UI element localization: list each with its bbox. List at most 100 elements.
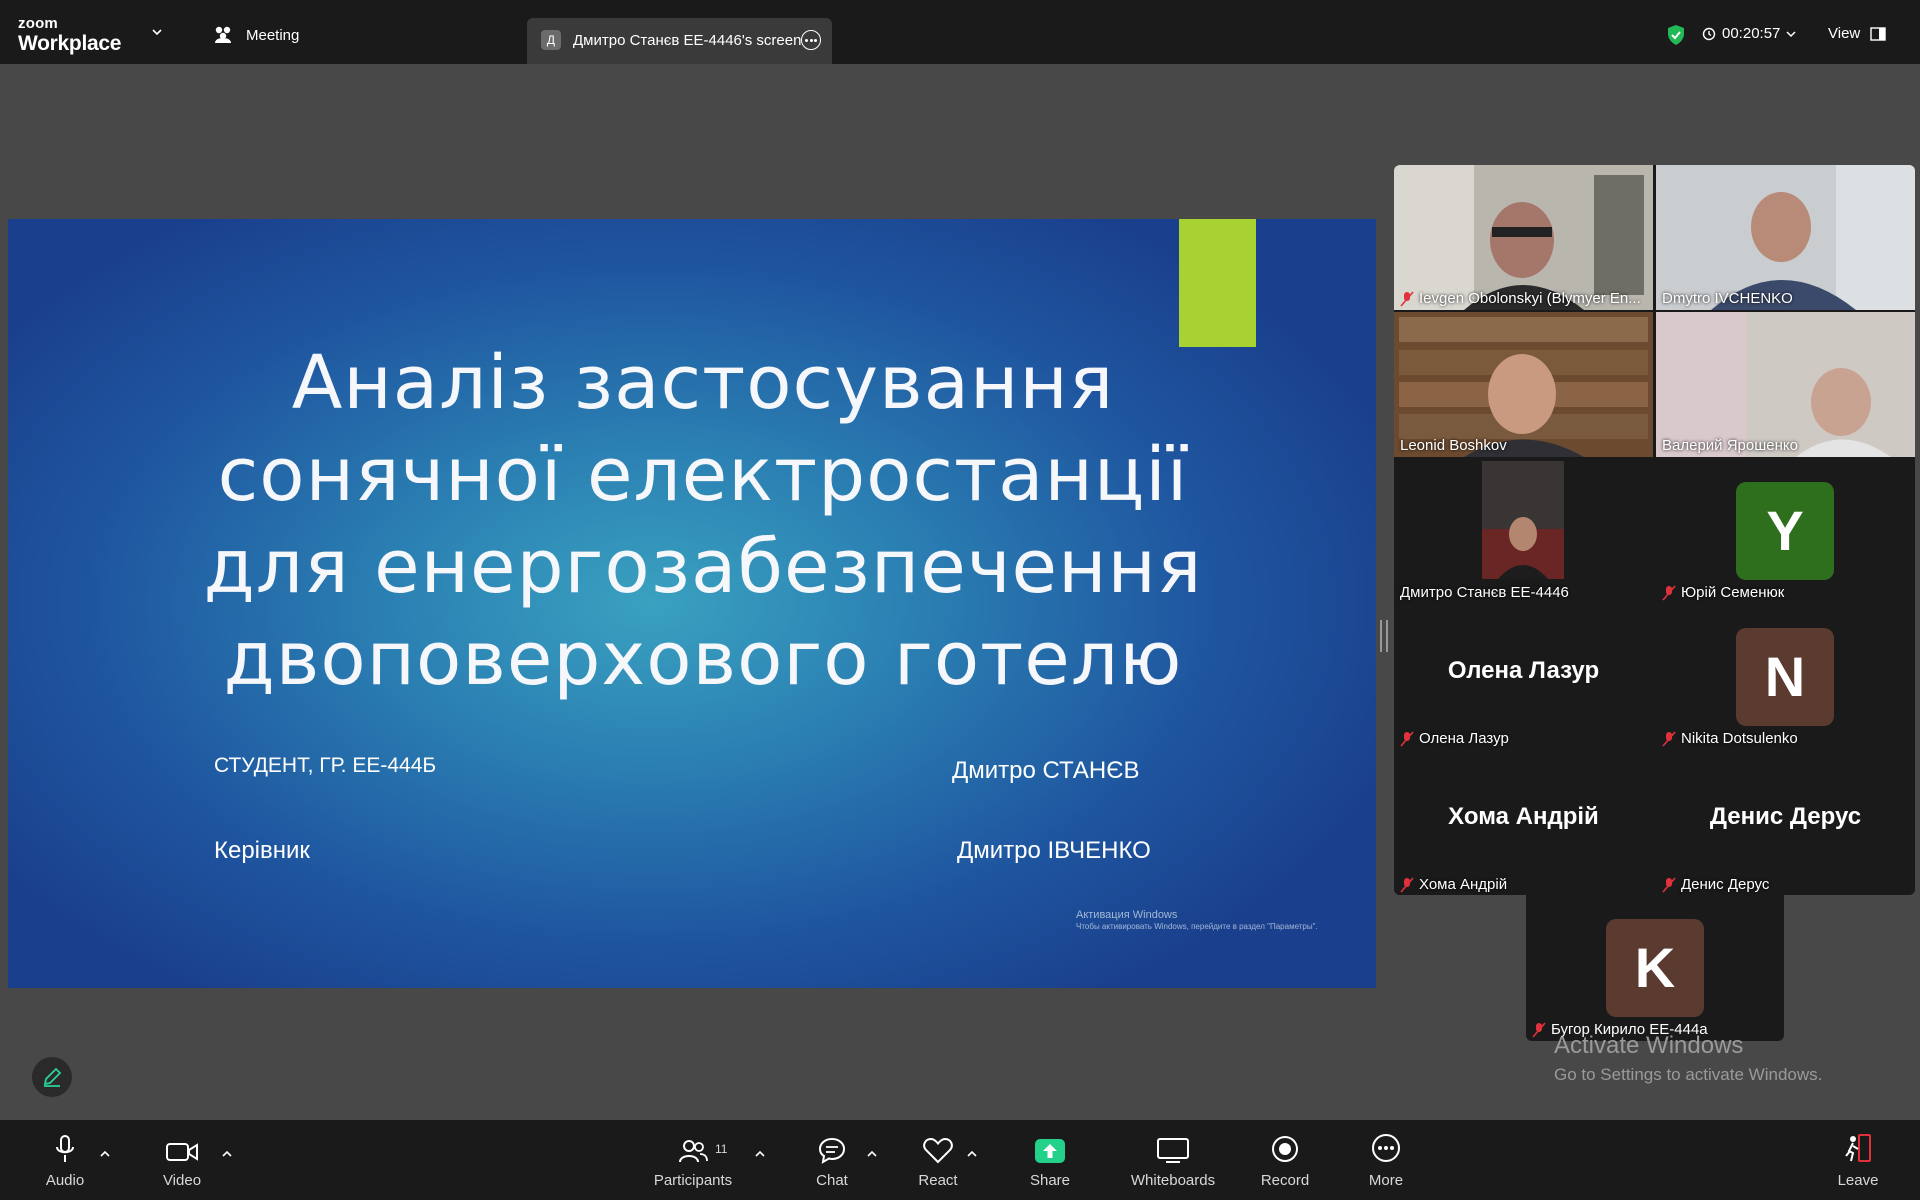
student-name: Дмитро СТАНЄВ	[952, 757, 1140, 784]
chevron-up-icon[interactable]	[755, 1150, 765, 1158]
record-label: Record	[1260, 1172, 1310, 1189]
mic-off-icon	[1662, 584, 1676, 601]
slide-title-line: для енергозабезпечення	[203, 524, 1203, 610]
participant-tile[interactable]: Y Юрій Семенюк	[1656, 459, 1915, 604]
participant-name: Leonid Boshkov	[1400, 437, 1507, 454]
windows-activation-text: Go to Settings to activate Windows.	[1554, 1065, 1823, 1084]
share-label: Share	[1029, 1172, 1071, 1189]
mic-off-icon	[1662, 876, 1676, 893]
participant-tile[interactable]: Денис Дерус Денис Дерус	[1656, 751, 1915, 895]
share-button[interactable]: Share	[1015, 1126, 1085, 1196]
timer-text: 00:20:57	[1722, 25, 1781, 42]
video-icon	[166, 1143, 198, 1161]
participant-name-label: Dmytro IVCHENKO	[1662, 290, 1793, 307]
participant-tile[interactable]: Dmytro IVCHENKO	[1656, 165, 1915, 310]
supervisor-label: Керівник	[214, 837, 310, 864]
slide-watermark-text: Чтобы активировать Windows, перейдите в …	[1076, 922, 1318, 931]
zoom-logo: zoom Workplace	[18, 16, 121, 54]
chat-button[interactable]: Chat	[797, 1126, 867, 1196]
meeting-timer[interactable]: 00:20:57	[1702, 25, 1796, 42]
view-icon	[1870, 26, 1886, 41]
participant-name-label: Дмитро Станєв EE-4446	[1400, 584, 1569, 601]
participant-video	[1656, 312, 1915, 457]
participant-tile-active[interactable]: Дмитро Станєв EE-4446	[1394, 459, 1653, 604]
participant-tile[interactable]: Олена Лазур Олена Лазур	[1394, 605, 1653, 750]
participant-tile[interactable]: Хома Андрій Хома Андрій	[1394, 751, 1653, 895]
leave-button[interactable]: Leave	[1823, 1126, 1893, 1196]
windows-activation-title: Activate Windows	[1554, 1032, 1744, 1059]
mic-off-icon	[1400, 730, 1414, 747]
student-label: СТУДЕНТ, ГР. ЕЕ-444Б	[214, 754, 437, 777]
record-button[interactable]: Record	[1250, 1126, 1320, 1196]
participant-name: Хома Андрій	[1419, 876, 1508, 893]
meeting-button[interactable]: Meeting	[212, 26, 299, 44]
video-label: Video	[162, 1172, 202, 1189]
audio-label: Audio	[45, 1172, 85, 1189]
chevron-up-icon[interactable]	[967, 1150, 977, 1158]
more-button[interactable]: More	[1351, 1126, 1421, 1196]
supervisor-name: Дмитро ІВЧЕНКО	[957, 837, 1151, 864]
participant-tile[interactable]: Валерий Ярошенко	[1656, 312, 1915, 457]
chevron-up-icon[interactable]	[100, 1150, 110, 1158]
chevron-down-icon[interactable]	[152, 27, 162, 37]
react-label: React	[918, 1172, 958, 1189]
participant-avatar: K	[1606, 919, 1704, 1017]
logo-line2: Workplace	[18, 32, 122, 55]
participant-video	[1656, 165, 1915, 310]
chevron-up-icon[interactable]	[222, 1150, 232, 1158]
participant-display-name: Денис Дерус	[1709, 803, 1862, 830]
mic-off-icon	[1400, 876, 1414, 893]
participant-name-label: Хома Андрій	[1400, 876, 1507, 893]
participant-tile[interactable]: Ievgen Obolonskyi (Blymyer En...	[1394, 165, 1653, 310]
slide-title-line: сонячної електростанції	[217, 432, 1189, 518]
slide-title: Аналіз застосування сонячної електростан…	[138, 337, 1268, 705]
participant-name-label: Nikita Dotsulenko	[1662, 730, 1798, 747]
participant-name-label: Юрій Семенюк	[1662, 584, 1784, 601]
participant-name: Ievgen Obolonskyi (Blymyer En...	[1419, 290, 1641, 307]
shield-icon[interactable]	[1666, 24, 1686, 46]
sharer-avatar: Д	[541, 30, 561, 50]
pen-icon	[43, 1067, 62, 1087]
video-button[interactable]: Video	[147, 1126, 217, 1196]
meeting-label: Meeting	[246, 26, 300, 44]
more-icon	[1372, 1134, 1400, 1162]
more-label: More	[1368, 1172, 1404, 1189]
more-icon[interactable]	[801, 30, 821, 50]
participant-tile[interactable]: N Nikita Dotsulenko	[1656, 605, 1915, 750]
meeting-toolbar: Audio Video Participants 11 Chat React S…	[0, 1120, 1920, 1200]
participant-name-label: Leonid Boshkov	[1400, 437, 1507, 454]
audio-button[interactable]: Audio	[30, 1126, 100, 1196]
slide-accent-bar	[1179, 219, 1256, 347]
slide-watermark-title: Активация Windows	[1076, 909, 1178, 921]
gallery-resize-handle[interactable]	[1380, 620, 1388, 652]
mic-off-icon	[1532, 1021, 1546, 1038]
annotate-button[interactable]	[32, 1057, 72, 1097]
chevron-down-icon	[1786, 30, 1796, 37]
participant-tile[interactable]: K Бугор Кирило EE-444a	[1526, 895, 1784, 1041]
participant-display-name: Олена Лазур	[1447, 657, 1600, 684]
slide-title-line: двоповерхового готелю	[223, 616, 1183, 702]
chat-label: Chat	[816, 1172, 848, 1189]
participant-name: Юрій Семенюк	[1681, 584, 1785, 601]
screen-share-tab[interactable]: Д Дмитро Станєв EE-4446's screen	[527, 18, 832, 64]
whiteboards-button[interactable]: Whiteboards	[1123, 1126, 1223, 1196]
record-icon	[1272, 1136, 1298, 1162]
chevron-up-icon[interactable]	[867, 1150, 877, 1158]
participant-avatar: Y	[1736, 482, 1834, 580]
meeting-icon	[215, 26, 231, 43]
participant-video	[1394, 165, 1653, 310]
participant-name: Nikita Dotsulenko	[1681, 730, 1798, 747]
participant-name-label: Ievgen Obolonskyi (Blymyer En...	[1400, 290, 1641, 307]
participant-tile[interactable]: Leonid Boshkov	[1394, 312, 1653, 457]
share-tab-title: Дмитро Станєв EE-4446's screen	[573, 32, 802, 49]
participant-name-label: Валерий Ярошенко	[1662, 437, 1798, 454]
react-icon	[923, 1137, 953, 1164]
view-button[interactable]: View	[1828, 25, 1886, 42]
participant-name-label: Денис Дерус	[1662, 876, 1769, 893]
participants-button[interactable]: Participants	[648, 1126, 738, 1196]
logo-line1: zoom	[18, 15, 58, 32]
clock-icon	[1702, 27, 1716, 40]
react-button[interactable]: React	[903, 1126, 973, 1196]
participant-display-name: Хома Андрій	[1448, 803, 1599, 830]
participant-gallery: Ievgen Obolonskyi (Blymyer En... Dmytro …	[1394, 165, 1915, 895]
